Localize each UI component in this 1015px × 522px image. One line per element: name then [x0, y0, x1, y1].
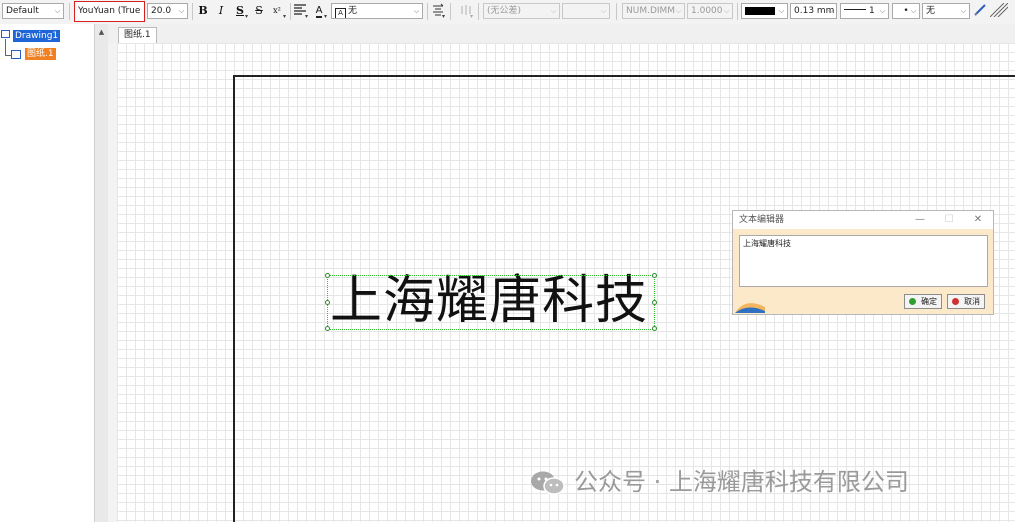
chevron-down-icon: ⌵ [178, 7, 185, 15]
line-color-combo[interactable]: ⌵ [741, 3, 788, 19]
toolbar-separator [478, 3, 479, 20]
chevron-down-icon: ▾ [324, 13, 328, 20]
frame-a-icon: A [335, 8, 346, 18]
tolerance-combo[interactable]: (无公差) ⌵ [483, 3, 560, 19]
text-properties-toolbar: Default ⌵ YouYuan (True 20.0 ⌵ B I S ▾ S… [0, 0, 1015, 25]
wechat-icon [531, 471, 565, 495]
chevron-down-icon: ▾ [470, 13, 474, 20]
line-width-combo[interactable]: 0.13 mm ⌵ [790, 3, 837, 19]
tree-node-sheet[interactable]: 图纸.1 [25, 48, 56, 60]
sheet-icon [11, 50, 21, 59]
strikethrough-button[interactable]: S [252, 3, 266, 19]
tree-scrollbar[interactable]: ▲ [94, 24, 108, 522]
ok-button[interactable]: 确定 [904, 294, 942, 309]
resize-handle[interactable] [325, 300, 330, 305]
font-size-combo[interactable]: 20.0 ⌵ [147, 3, 188, 19]
resize-handle[interactable] [652, 300, 657, 305]
resize-handle[interactable] [652, 326, 657, 331]
chevron-down-icon: ⌵ [910, 7, 917, 15]
dimension-combo[interactable]: NUM.DIMM ⌵ [622, 3, 685, 19]
hatch-pattern-icon[interactable] [989, 2, 1009, 19]
sheet-frame-left [233, 75, 235, 522]
text-editor-textarea[interactable]: 上海耀唐科技 [739, 235, 988, 287]
pattern-combo[interactable]: 无 ⌵ [922, 3, 970, 19]
canvas-margin [108, 43, 117, 522]
cancel-button[interactable]: 取消 [947, 294, 985, 309]
toolbar-separator [616, 3, 617, 20]
toolbar-separator [737, 3, 738, 20]
close-icon[interactable]: ✕ [969, 211, 987, 229]
style-combo[interactable]: Default ⌵ [2, 3, 64, 19]
chevron-down-icon: ▾ [245, 13, 249, 20]
tab-sheet-1[interactable]: 图纸.1 [118, 27, 157, 44]
tree-connector [5, 39, 6, 55]
font-combo[interactable]: YouYuan (True [74, 1, 145, 22]
chevron-down-icon: ⌵ [827, 7, 834, 15]
chevron-down-icon: ⌵ [675, 7, 682, 15]
minimize-icon[interactable]: — [911, 211, 929, 229]
sheet-tabbar: 图纸.1 [108, 24, 1015, 44]
specification-tree: Drawing1 图纸.1 ▲ [0, 24, 108, 522]
italic-button[interactable]: I [214, 3, 228, 19]
text-selection-box[interactable] [327, 275, 655, 330]
toolbar-separator [450, 3, 451, 20]
toolbar-separator [290, 3, 291, 20]
chevron-down-icon: ⌵ [550, 7, 557, 15]
chevron-down-icon: ⌵ [54, 7, 61, 15]
sheet-frame-top [233, 75, 1015, 77]
bold-button[interactable]: B [196, 3, 210, 19]
toolbar-separator [427, 3, 428, 20]
watermark-text: 公众号 · 上海耀唐科技有限公司 [574, 468, 909, 496]
color-swatch [745, 7, 775, 15]
scroll-up-icon[interactable]: ▲ [95, 26, 108, 38]
tree-node-drawing[interactable]: Drawing1 [13, 30, 61, 42]
superscript-button[interactable]: x² [270, 3, 284, 19]
dialog-titlebar[interactable]: 文本编辑器 — ☐ ✕ [733, 211, 993, 229]
chevron-down-icon: ⌵ [778, 7, 785, 15]
ok-icon [909, 298, 916, 305]
toolbar-separator [192, 3, 193, 20]
resize-handle[interactable] [325, 326, 330, 331]
app-logo-icon [735, 303, 765, 313]
line-type-combo[interactable]: 1 ⌵ [840, 3, 889, 19]
cancel-icon [952, 298, 959, 305]
chevron-down-icon: ⌵ [879, 7, 886, 15]
chevron-down-icon: ▾ [442, 13, 446, 20]
frame-combo[interactable]: A无 ⌵ [331, 3, 423, 19]
resize-handle[interactable] [652, 273, 657, 278]
tolerance-value-combo[interactable]: ⌵ [562, 3, 610, 19]
toolbar-separator [69, 3, 70, 20]
dimension-value-combo[interactable]: 1.0000 ⌵ [687, 3, 733, 19]
text-editor-dialog: 文本编辑器 — ☐ ✕ 上海耀唐科技 确定 取消 [732, 210, 994, 315]
paintbrush-icon[interactable] [973, 3, 987, 19]
chevron-down-icon: ⌵ [960, 7, 967, 15]
drawing-icon [1, 30, 10, 38]
line-sample [844, 9, 866, 10]
dialog-title: 文本编辑器 [739, 215, 785, 225]
point-style-combo[interactable]: • ⌵ [892, 3, 920, 19]
chevron-down-icon: ▾ [283, 13, 287, 20]
chevron-down-icon: ⌵ [413, 7, 420, 15]
resize-handle[interactable] [325, 273, 330, 278]
maximize-icon[interactable]: ☐ [940, 211, 958, 229]
chevron-down-icon: ⌵ [600, 7, 607, 15]
chevron-down-icon: ⌵ [723, 7, 730, 15]
chevron-down-icon: ▾ [305, 13, 309, 20]
